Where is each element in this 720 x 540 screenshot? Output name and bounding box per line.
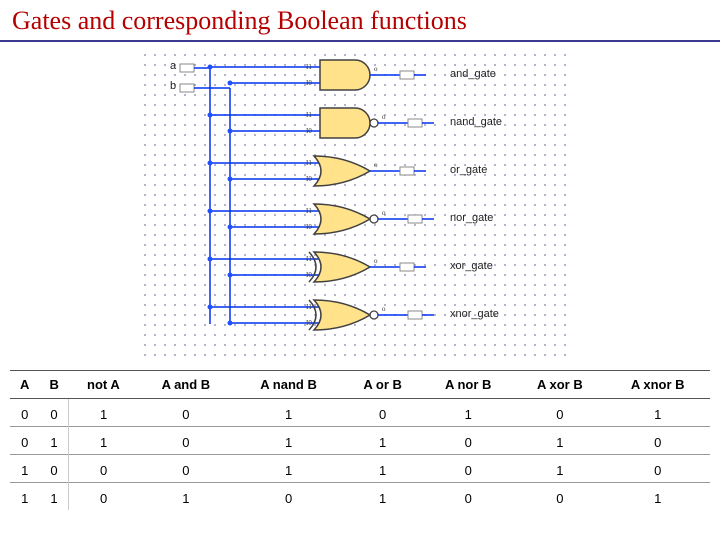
circuit-diagram: I1 I0 o I1 I0 o I1 I0 o I1 I0 o I1 I0 o I1 I0 o a b and_g…	[140, 50, 570, 360]
svg-text:o: o	[382, 305, 386, 313]
gate-label: nor_gate	[450, 212, 493, 224]
tt-cell: 0	[10, 399, 39, 427]
tt-header: A nand B	[234, 371, 343, 399]
tt-header: A xor B	[514, 371, 605, 399]
table-row: 100011010	[10, 455, 710, 483]
tt-header: A xnor B	[605, 371, 710, 399]
tt-cell: 1	[234, 427, 343, 455]
tt-header: A	[10, 371, 39, 399]
tt-cell: 0	[39, 455, 68, 483]
tt-cell: 1	[10, 483, 39, 511]
svg-text:o: o	[374, 161, 378, 169]
tt-header: A or B	[343, 371, 422, 399]
tt-cell: 0	[422, 455, 514, 483]
input-b-label: b	[170, 80, 176, 92]
tt-cell: 1	[69, 399, 138, 427]
tt-cell: 1	[234, 455, 343, 483]
tt-cell: 0	[514, 399, 605, 427]
tt-cell: 0	[422, 427, 514, 455]
tt-cell: 0	[138, 399, 234, 427]
svg-text:I0: I0	[306, 319, 312, 327]
svg-text:I1: I1	[306, 63, 312, 71]
gate-label: or_gate	[450, 164, 487, 176]
tt-cell: 0	[39, 399, 68, 427]
tt-cell: 1	[343, 427, 422, 455]
tt-cell: 0	[69, 455, 138, 483]
svg-text:I1: I1	[306, 159, 312, 167]
tt-cell: 1	[234, 399, 343, 427]
tt-header: not A	[69, 371, 138, 399]
truth-table: ABnot AA and BA nand BA or BA nor BA xor…	[10, 370, 710, 510]
svg-text:o: o	[374, 257, 378, 265]
svg-text:I0: I0	[306, 175, 312, 183]
svg-text:I1: I1	[306, 207, 312, 215]
tt-cell: 1	[10, 455, 39, 483]
tt-cell: 1	[514, 455, 605, 483]
gate-label: nand_gate	[450, 116, 502, 128]
tt-cell: 0	[138, 427, 234, 455]
input-a-label: a	[170, 60, 176, 72]
tt-header: A and B	[138, 371, 234, 399]
table-row: 110101001	[10, 483, 710, 511]
tt-cell: 0	[138, 455, 234, 483]
tt-header: B	[39, 371, 68, 399]
tt-cell: 1	[422, 399, 514, 427]
svg-text:I1: I1	[306, 303, 312, 311]
tt-cell: 1	[343, 455, 422, 483]
gate-label: xnor_gate	[450, 308, 499, 320]
table-row: 001010101	[10, 399, 710, 427]
tt-cell: 1	[605, 483, 710, 511]
tt-cell: 1	[39, 427, 68, 455]
svg-text:o: o	[382, 113, 386, 121]
tt-cell: 1	[514, 427, 605, 455]
svg-text:o: o	[382, 209, 386, 217]
svg-text:I0: I0	[306, 223, 312, 231]
table-row: 011011010	[10, 427, 710, 455]
tt-cell: 0	[605, 455, 710, 483]
tt-cell: 0	[422, 483, 514, 511]
svg-text:I1: I1	[306, 255, 312, 263]
tt-cell: 1	[605, 399, 710, 427]
page-title: Gates and corresponding Boolean function…	[0, 0, 720, 42]
tt-header: A nor B	[422, 371, 514, 399]
tt-cell: 1	[69, 427, 138, 455]
gate-label: xor_gate	[450, 260, 493, 272]
tt-cell: 0	[69, 483, 138, 511]
svg-text:o: o	[374, 65, 378, 73]
tt-cell: 1	[138, 483, 234, 511]
svg-text:I1: I1	[306, 111, 312, 119]
tt-cell: 0	[343, 399, 422, 427]
gate-label: and_gate	[450, 68, 496, 80]
svg-text:I0: I0	[306, 271, 312, 279]
tt-cell: 1	[39, 483, 68, 511]
tt-cell: 0	[10, 427, 39, 455]
tt-cell: 0	[234, 483, 343, 511]
svg-text:I0: I0	[306, 79, 312, 87]
svg-text:I0: I0	[306, 127, 312, 135]
tt-cell: 1	[343, 483, 422, 511]
tt-cell: 0	[605, 427, 710, 455]
tt-cell: 0	[514, 483, 605, 511]
